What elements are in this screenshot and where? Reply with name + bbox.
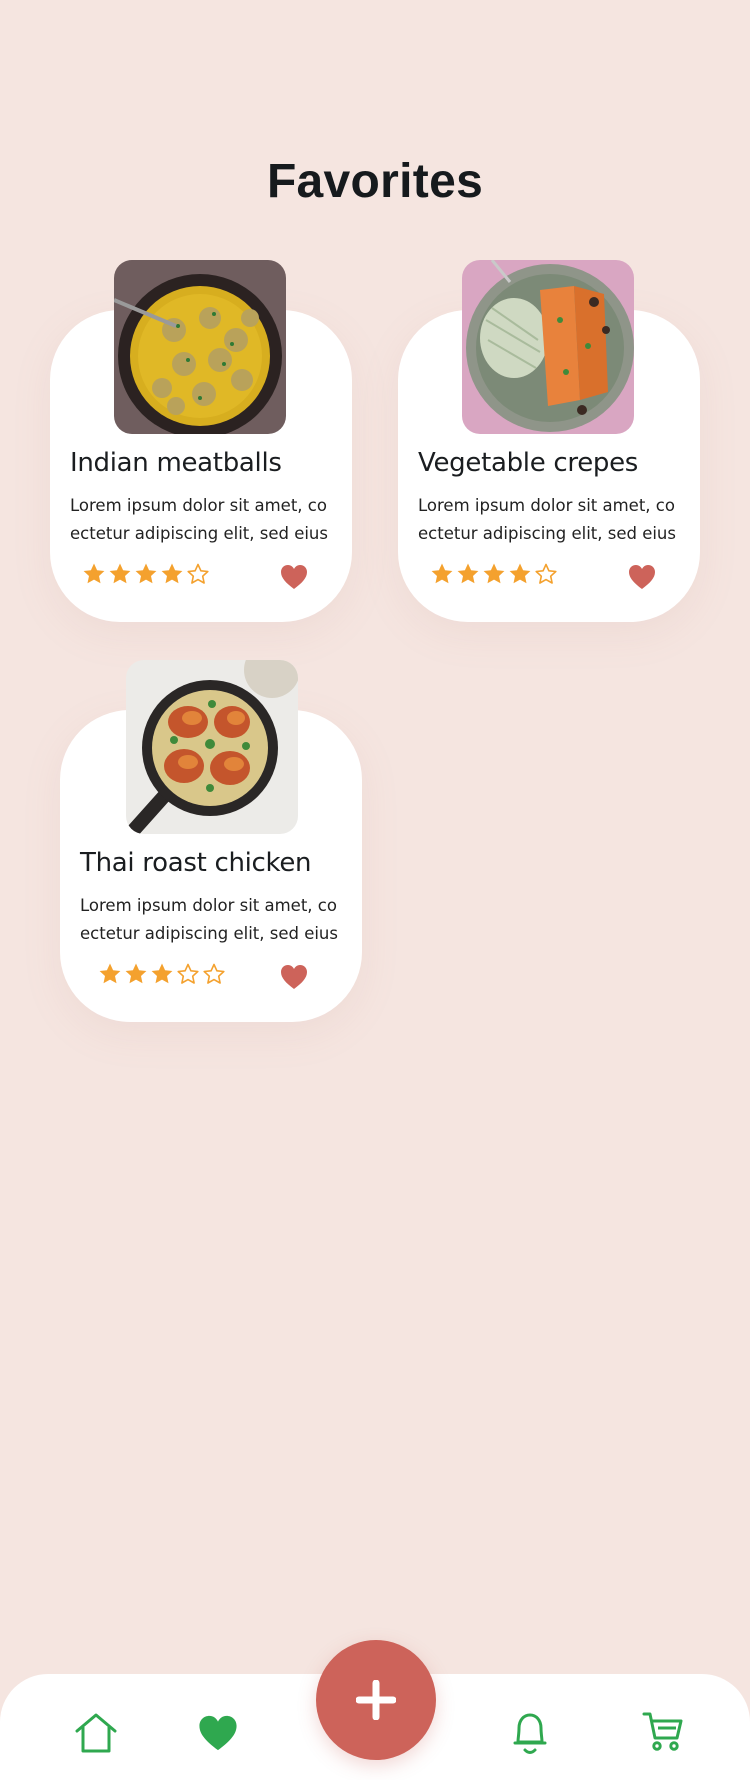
star-empty-icon bbox=[203, 963, 225, 984]
meatball-curry-photo bbox=[114, 260, 286, 434]
recipe-name: Indian meatballs bbox=[70, 448, 282, 478]
favorite-heart-button[interactable] bbox=[280, 564, 308, 590]
star-filled-icon bbox=[83, 563, 105, 584]
rating-stars bbox=[430, 562, 558, 586]
rating-stars bbox=[82, 562, 210, 586]
favorite-heart-button[interactable] bbox=[280, 964, 308, 990]
page-title: Favorites bbox=[266, 155, 484, 209]
star-filled-icon bbox=[135, 563, 157, 584]
star-filled-icon bbox=[457, 563, 479, 584]
star-filled-icon bbox=[109, 563, 131, 584]
favorite-card[interactable]: Indian meatballs Lorem ipsum dolor sit a… bbox=[50, 260, 352, 622]
star-filled-icon bbox=[483, 563, 505, 584]
star-filled-icon bbox=[99, 963, 121, 984]
favorite-card[interactable]: Thai roast chicken Lorem ipsum dolor sit… bbox=[60, 660, 362, 1022]
recipe-description: Lorem ipsum dolor sit amet, co ectetur a… bbox=[80, 896, 338, 943]
recipe-description: Lorem ipsum dolor sit amet, co ectetur a… bbox=[70, 496, 328, 543]
recipe-name: Thai roast chicken bbox=[80, 848, 312, 878]
star-empty-icon bbox=[535, 563, 557, 584]
star-empty-icon bbox=[187, 563, 209, 584]
crepes-plate-photo bbox=[462, 260, 634, 434]
favorite-card[interactable]: Vegetable crepes Lorem ipsum dolor sit a… bbox=[398, 260, 700, 622]
star-filled-icon bbox=[151, 963, 173, 984]
add-button[interactable] bbox=[316, 1640, 436, 1760]
star-filled-icon bbox=[431, 563, 453, 584]
star-filled-icon bbox=[161, 563, 183, 584]
favorite-heart-button[interactable] bbox=[628, 564, 656, 590]
recipe-name: Vegetable crepes bbox=[418, 448, 639, 478]
heart-icon[interactable] bbox=[198, 1714, 238, 1752]
star-filled-icon bbox=[125, 963, 147, 984]
bell-icon[interactable] bbox=[510, 1710, 550, 1756]
star-empty-icon bbox=[177, 963, 199, 984]
home-icon[interactable] bbox=[74, 1712, 118, 1754]
cart-icon[interactable] bbox=[642, 1710, 684, 1752]
plus-icon bbox=[356, 1680, 396, 1720]
recipe-description: Lorem ipsum dolor sit amet, co ectetur a… bbox=[418, 496, 676, 543]
roast-chicken-skillet-photo bbox=[126, 660, 298, 834]
rating-stars bbox=[98, 962, 226, 986]
star-filled-icon bbox=[509, 563, 531, 584]
